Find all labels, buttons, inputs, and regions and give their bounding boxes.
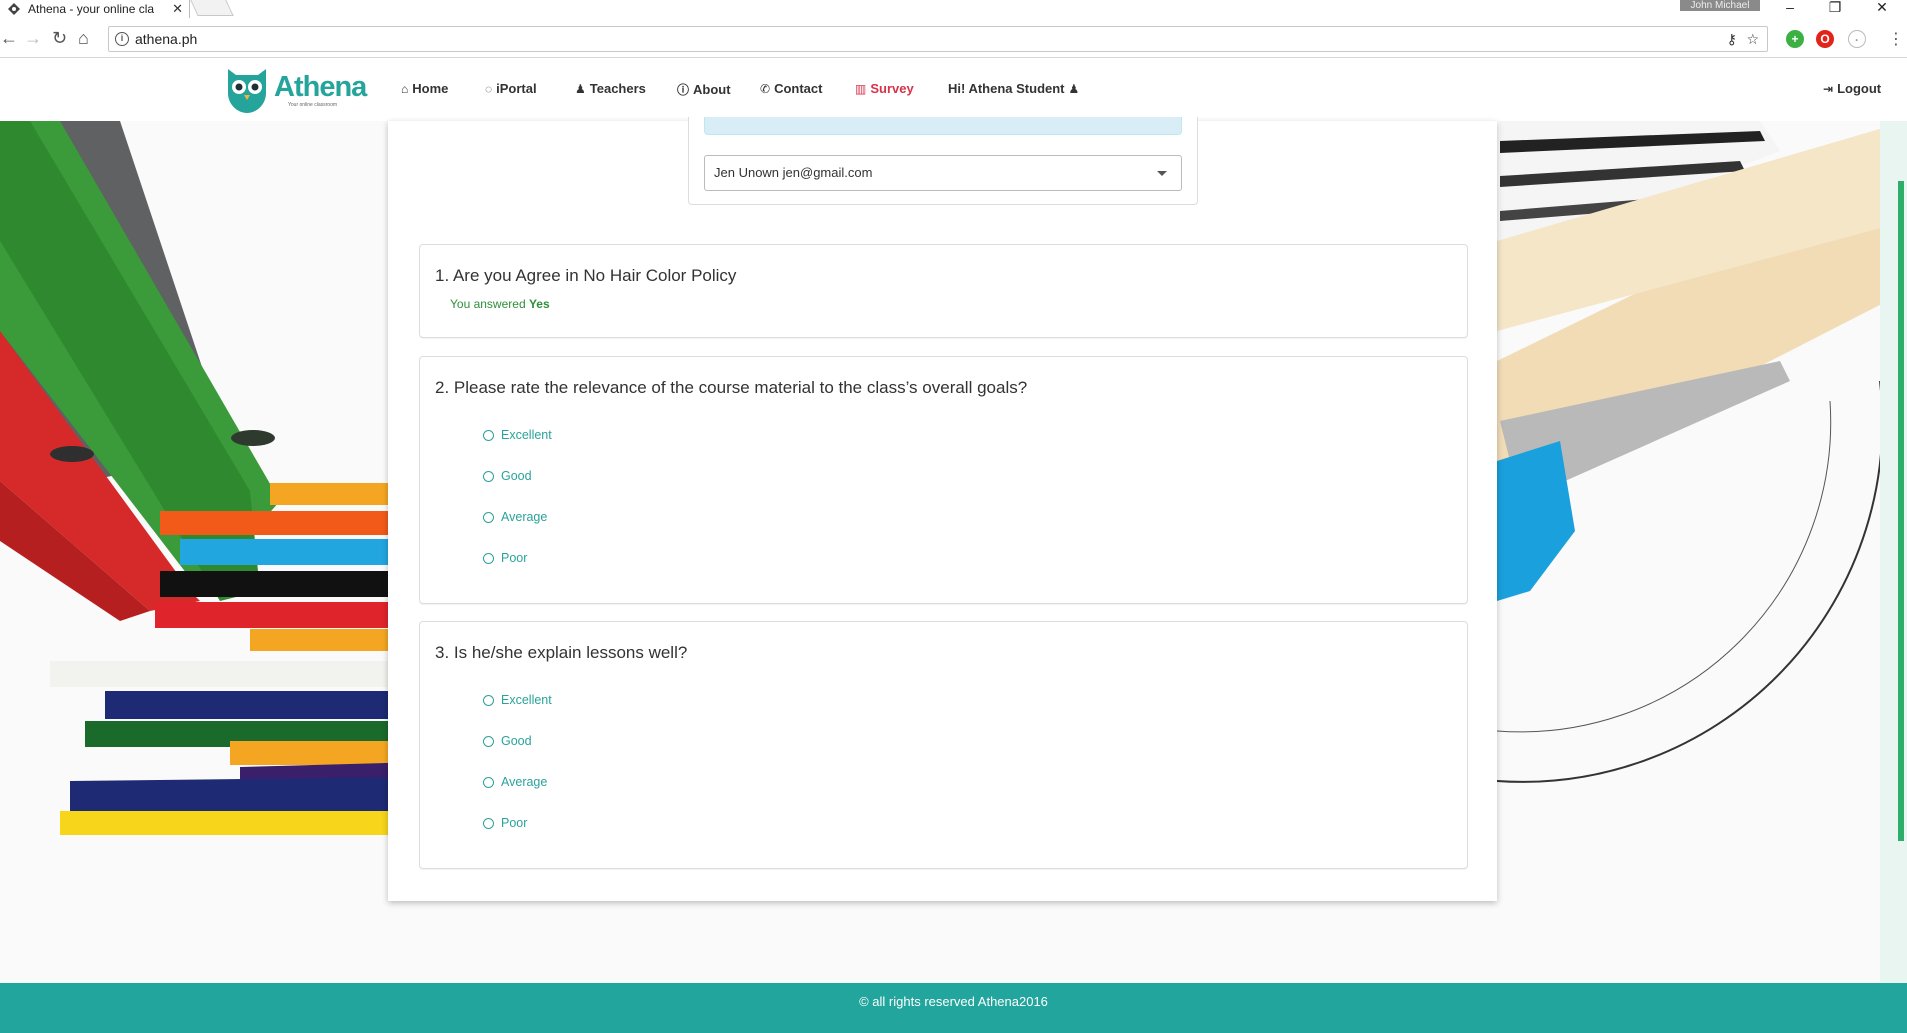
browser-tab[interactable]: Athena - your online cla ✕: [0, 0, 190, 18]
question-card-3: 3. Is he/she explain lessons well? Excel…: [419, 621, 1468, 869]
window-close-button[interactable]: ✕: [1862, 0, 1902, 18]
home-icon: ⌂: [401, 81, 409, 96]
nav-student-menu[interactable]: Hi! Athena Student ♟: [948, 81, 1079, 96]
user-icon: ♟: [1068, 81, 1080, 96]
tab-close-icon[interactable]: ✕: [172, 1, 183, 17]
question-card-2: 2. Please rate the relevance of the cour…: [419, 356, 1468, 604]
radio-button[interactable]: [483, 735, 494, 747]
nav-about[interactable]: ⓘ About: [677, 81, 731, 98]
radio-button[interactable]: [483, 776, 494, 788]
option-label: Good: [501, 734, 532, 748]
radio-button[interactable]: [483, 511, 494, 523]
footer-text: all rights reserved Athena2016: [872, 994, 1048, 1009]
nav-about-label: About: [693, 82, 731, 97]
extension-plus-icon[interactable]: +: [1786, 30, 1804, 48]
key-icon[interactable]: ⚷: [1727, 27, 1737, 51]
nav-home-label: Home: [412, 81, 449, 96]
browser-tab-title: Athena - your online cla: [28, 2, 155, 16]
question-title: 1. Are you Agree in No Hair Color Policy: [435, 266, 737, 285]
teacher-select[interactable]: Jen Unown jen@gmail.com: [704, 155, 1182, 191]
browser-toolbar: ← → ↻ ⌂ i athena.ph ⚷ ☆ + O · ⋮: [0, 20, 1907, 58]
radio-button[interactable]: [483, 552, 494, 564]
option-label: Excellent: [501, 693, 552, 707]
window-minimize-button[interactable]: –: [1770, 0, 1810, 18]
browser-menu-icon[interactable]: ⋮: [1888, 29, 1904, 49]
teacher-select-value: Jen Unown jen@gmail.com: [714, 165, 873, 180]
browser-profile-badge[interactable]: John Michael: [1680, 0, 1760, 11]
nav-logout[interactable]: ⇥ Logout: [1823, 81, 1881, 96]
extension-circle-icon[interactable]: ·: [1848, 30, 1866, 48]
bookmark-star-icon[interactable]: ☆: [1746, 27, 1759, 51]
nav-contact[interactable]: ✆ Contact: [760, 81, 822, 96]
option-label: Poor: [501, 816, 528, 830]
reload-icon[interactable]: ↻: [52, 29, 67, 47]
nav-home[interactable]: ⌂ Home: [401, 81, 448, 96]
logo-text: Athena: [274, 71, 367, 103]
nav-contact-label: Contact: [774, 81, 823, 96]
radio-button[interactable]: [483, 694, 494, 706]
comment-icon: ◌: [485, 81, 493, 96]
option-label: Average: [501, 510, 548, 524]
phone-icon: ✆: [760, 81, 771, 96]
answer-status: You answered Yes: [450, 297, 550, 311]
address-bar[interactable]: i athena.ph ⚷ ☆: [108, 26, 1768, 52]
logout-icon: ⇥: [1823, 81, 1834, 96]
question-card-1: 1. Are you Agree in No Hair Color Policy…: [419, 244, 1468, 338]
nav-survey-label: Survey: [870, 81, 914, 96]
option-label: Good: [501, 469, 532, 483]
browser-tabbar: Athena - your online cla ✕ John Michael …: [0, 0, 1907, 18]
site-info-icon[interactable]: i: [115, 32, 129, 46]
user-icon: ♟: [575, 81, 586, 96]
option-good[interactable]: Good: [483, 469, 532, 483]
nav-teachers[interactable]: ♟ Teachers: [575, 81, 646, 96]
caret-down-icon: [1157, 171, 1167, 176]
question-title: 3. Is he/she explain lessons well?: [435, 643, 688, 662]
option-poor[interactable]: Poor: [483, 551, 527, 565]
option-label: Average: [501, 775, 548, 789]
option-excellent[interactable]: Excellent: [483, 428, 552, 442]
option-average[interactable]: Average: [483, 775, 547, 789]
forward-arrow-icon[interactable]: →: [24, 29, 42, 47]
nav-survey[interactable]: ▥ Survey: [855, 81, 914, 96]
site-navbar: Athena Your online classroom ⌂ Home ◌ iP…: [0, 59, 1907, 121]
radio-button[interactable]: [483, 817, 494, 829]
info-circle-icon: ⓘ: [677, 83, 690, 97]
bar-chart-icon: ▥: [855, 81, 867, 96]
info-alert: [704, 117, 1182, 135]
nav-iportal-label: iPortal: [496, 81, 537, 96]
option-good[interactable]: Good: [483, 734, 532, 748]
back-arrow-icon[interactable]: ←: [0, 29, 18, 47]
copyright-icon: ©: [859, 994, 869, 1009]
owl-logo-icon: [228, 69, 266, 113]
teacher-select-box: Jen Unown jen@gmail.com: [688, 117, 1198, 205]
window-restore-button[interactable]: ❐: [1815, 0, 1855, 18]
address-url: athena.ph: [135, 31, 198, 47]
option-average[interactable]: Average: [483, 510, 547, 524]
option-excellent[interactable]: Excellent: [483, 693, 552, 707]
home-icon[interactable]: ⌂: [78, 29, 89, 47]
nav-teachers-label: Teachers: [589, 81, 646, 96]
survey-panel: Jen Unown jen@gmail.com 1. Are you Agree…: [388, 117, 1497, 901]
option-label: Poor: [501, 551, 528, 565]
athena-logo[interactable]: Athena Your online classroom: [222, 63, 367, 115]
answer-prefix: You answered: [450, 297, 526, 311]
logo-tagline: Your online classroom: [288, 102, 338, 108]
site-favicon-icon: [8, 3, 20, 15]
option-label: Excellent: [501, 428, 552, 442]
radio-button[interactable]: [483, 429, 494, 441]
nav-student-label: Hi! Athena Student: [948, 81, 1065, 96]
question-title: 2. Please rate the relevance of the cour…: [435, 378, 1028, 397]
answer-value: Yes: [528, 297, 550, 311]
nav-logout-label: Logout: [1837, 81, 1882, 96]
new-tab-button[interactable]: [190, 0, 234, 16]
nav-iportal[interactable]: ◌ iPortal: [485, 81, 537, 96]
option-poor[interactable]: Poor: [483, 816, 527, 830]
site-footer: © all rights reserved Athena2016: [0, 983, 1907, 1033]
radio-button[interactable]: [483, 470, 494, 482]
extension-opera-icon[interactable]: O: [1816, 30, 1834, 48]
